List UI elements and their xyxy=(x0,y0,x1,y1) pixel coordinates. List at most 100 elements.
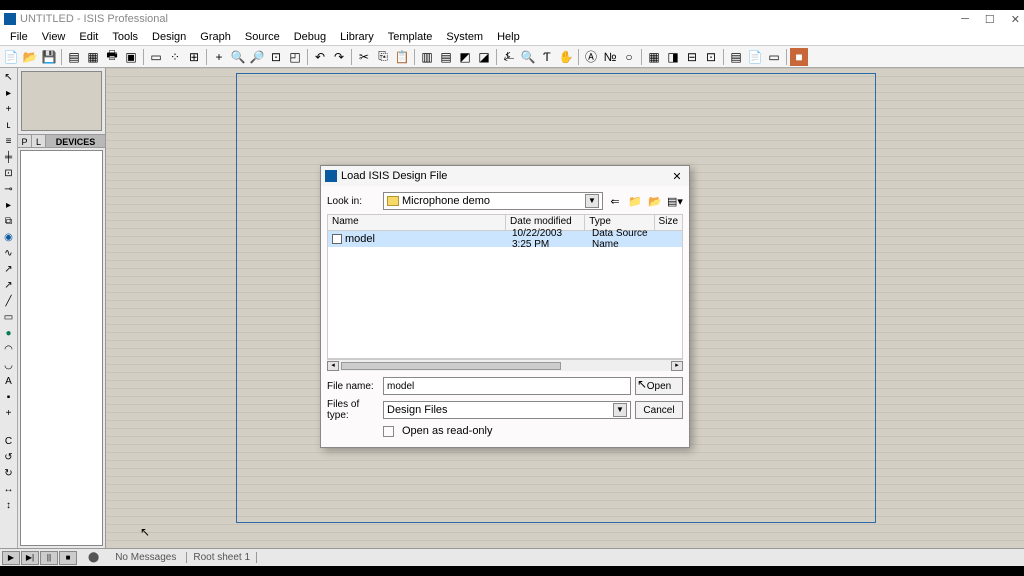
menu-help[interactable]: Help xyxy=(491,30,526,44)
erc-icon[interactable]: № xyxy=(601,48,619,66)
document-icon[interactable]: 📄 xyxy=(746,48,764,66)
stop-button[interactable]: ■ xyxy=(59,551,77,565)
block-rotate-icon[interactable]: ◩ xyxy=(456,48,474,66)
pin-tool-icon[interactable]: ▸ xyxy=(1,198,17,212)
print-icon[interactable]: 🖶 xyxy=(103,48,121,66)
close-button[interactable]: ✕ xyxy=(1011,13,1020,26)
text-tool-icon[interactable]: A xyxy=(1,374,17,388)
path-tool-icon[interactable]: ◡ xyxy=(1,358,17,372)
p-button[interactable]: P xyxy=(18,135,32,147)
col-name[interactable]: Name xyxy=(328,215,506,230)
stop-icon[interactable]: ■ xyxy=(790,48,808,66)
probe-v-tool-icon[interactable]: ↗ xyxy=(1,262,17,276)
menu-source[interactable]: Source xyxy=(239,30,286,44)
new-file-icon[interactable]: 📄 xyxy=(2,48,20,66)
component-tool-icon[interactable]: ▸ xyxy=(1,86,17,100)
redo-icon[interactable]: ↷ xyxy=(330,48,348,66)
menu-library[interactable]: Library xyxy=(334,30,380,44)
menu-file[interactable]: File xyxy=(4,30,34,44)
pick-icon[interactable]: ✋ xyxy=(557,48,575,66)
filetype-dropdown-arrow-icon[interactable]: ▼ xyxy=(613,403,627,417)
select-tool-icon[interactable]: ↖ xyxy=(1,70,17,84)
region-icon[interactable]: ▣ xyxy=(122,48,140,66)
file-row[interactable]: model 10/22/2003 3:25 PM Data Source Nam… xyxy=(328,231,682,247)
wire-auto-icon[interactable]: ⍼ xyxy=(500,48,518,66)
zoom-area-icon[interactable]: ◰ xyxy=(286,48,304,66)
label-tool-icon[interactable]: ʟ xyxy=(1,118,17,132)
text-script-tool-icon[interactable]: ≡ xyxy=(1,134,17,148)
rotate-cw-icon[interactable]: ↻ xyxy=(1,466,17,480)
origin-icon[interactable]: + xyxy=(210,48,228,66)
new-folder-icon[interactable]: 📂 xyxy=(647,193,663,209)
bus-tool-icon[interactable]: ╪ xyxy=(1,150,17,164)
tape-tool-icon[interactable]: ◉ xyxy=(1,230,17,244)
block-delete-icon[interactable]: ◪ xyxy=(475,48,493,66)
plus-marker-tool-icon[interactable]: + xyxy=(1,406,17,420)
grid-dots-icon[interactable]: ⁘ xyxy=(166,48,184,66)
sheet-icon[interactable]: ▤ xyxy=(65,48,83,66)
minimize-button[interactable]: ─ xyxy=(961,13,969,26)
dialog-titlebar[interactable]: Load ISIS Design File ✕ xyxy=(321,166,689,186)
scroll-left-icon[interactable]: ◂ xyxy=(327,361,339,371)
grid-lines-icon[interactable]: ⊞ xyxy=(185,48,203,66)
circle-tool-icon[interactable]: ● xyxy=(1,326,17,340)
zoom-in-icon[interactable]: 🔍 xyxy=(229,48,247,66)
look-in-select[interactable]: Microphone demo ▼ xyxy=(383,192,603,210)
refresh-icon[interactable]: C xyxy=(1,434,17,448)
up-folder-icon[interactable]: 📁 xyxy=(627,193,643,209)
menu-system[interactable]: System xyxy=(440,30,489,44)
message-indicator[interactable]: ⬤ xyxy=(82,552,105,563)
filename-input[interactable] xyxy=(383,377,631,395)
import-icon[interactable]: ▦ xyxy=(84,48,102,66)
graph-tool-icon[interactable]: ⧉ xyxy=(1,214,17,228)
block-copy-icon[interactable]: ▥ xyxy=(418,48,436,66)
zoom-fit-icon[interactable]: ⊡ xyxy=(267,48,285,66)
mirror-h-icon[interactable]: ↔ xyxy=(1,482,17,496)
arc-tool-icon[interactable]: ◠ xyxy=(1,342,17,356)
device-list[interactable] xyxy=(20,150,103,546)
menu-edit[interactable]: Edit xyxy=(73,30,104,44)
zoom-out-icon[interactable]: 🔎 xyxy=(248,48,266,66)
subcircuit-tool-icon[interactable]: ⊡ xyxy=(1,166,17,180)
undo-icon[interactable]: ↶ xyxy=(311,48,329,66)
dropdown-arrow-icon[interactable]: ▼ xyxy=(585,194,599,208)
junction-tool-icon[interactable]: + xyxy=(1,102,17,116)
scroll-thumb[interactable] xyxy=(341,362,561,370)
net-compare-icon[interactable]: ⊡ xyxy=(702,48,720,66)
cancel-button[interactable]: Cancel xyxy=(635,401,683,419)
filetype-select[interactable]: Design Files ▼ xyxy=(383,401,631,419)
materials-icon[interactable]: ○ xyxy=(620,48,638,66)
pause-button[interactable]: || xyxy=(40,551,58,565)
copy-icon[interactable]: ⎘ xyxy=(374,48,392,66)
view-menu-icon[interactable]: ▤▾ xyxy=(667,193,683,209)
maximize-button[interactable]: ☐ xyxy=(985,13,995,26)
menu-design[interactable]: Design xyxy=(146,30,192,44)
menu-tools[interactable]: Tools xyxy=(106,30,144,44)
file-list[interactable]: Name Date modified Type Size model 10/22… xyxy=(327,214,683,359)
netlist-icon[interactable]: Ⓐ xyxy=(582,48,600,66)
back-icon[interactable]: ⇐ xyxy=(607,193,623,209)
export-icon[interactable]: ▭ xyxy=(765,48,783,66)
rotate-ccw-icon[interactable]: ↺ xyxy=(1,450,17,464)
mirror-v-icon[interactable]: ↕ xyxy=(1,498,17,512)
paste-icon[interactable]: 📋 xyxy=(393,48,411,66)
line-tool-icon[interactable]: ╱ xyxy=(1,294,17,308)
block-move-icon[interactable]: ▤ xyxy=(437,48,455,66)
open-button[interactable]: Open xyxy=(635,377,683,395)
marker-icon[interactable]: ▭ xyxy=(147,48,165,66)
readonly-checkbox[interactable] xyxy=(383,426,394,437)
save-icon[interactable]: 💾 xyxy=(40,48,58,66)
new-net-icon[interactable]: ◨ xyxy=(664,48,682,66)
report-icon[interactable]: ⊟ xyxy=(683,48,701,66)
step-button[interactable]: ▶| xyxy=(21,551,39,565)
box-tool-icon[interactable]: ▭ xyxy=(1,310,17,324)
play-button[interactable]: ▶ xyxy=(2,551,20,565)
open-file-icon[interactable]: 📂 xyxy=(21,48,39,66)
generator-tool-icon[interactable]: ∿ xyxy=(1,246,17,260)
terminal-tool-icon[interactable]: ⊸ xyxy=(1,182,17,196)
symbol-tool-icon[interactable]: ▪ xyxy=(1,390,17,404)
menu-graph[interactable]: Graph xyxy=(194,30,237,44)
scroll-right-icon[interactable]: ▸ xyxy=(671,361,683,371)
dialog-close-button[interactable]: ✕ xyxy=(669,170,685,183)
arena-icon[interactable]: ▦ xyxy=(645,48,663,66)
